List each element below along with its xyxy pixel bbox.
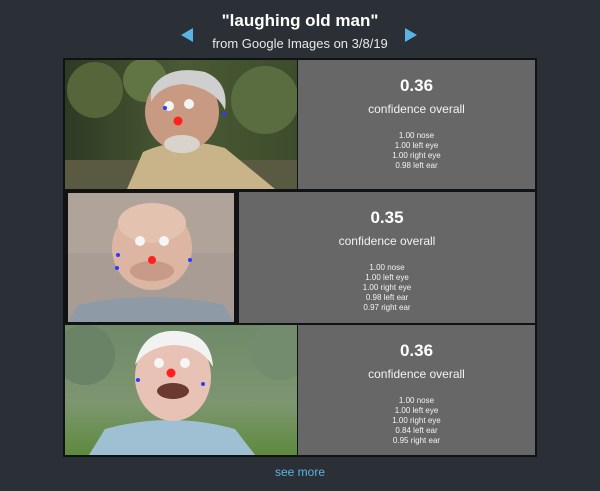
keypoint-item: 1.00 left eye: [394, 406, 439, 415]
keypoint-item: 1.00 nose: [398, 396, 435, 405]
result-info-3: 0.36 confidence overall 1.00 nose 1.00 l…: [298, 325, 535, 455]
keypoint-item: 1.00 left eye: [394, 141, 439, 150]
result-photo-3: [65, 325, 297, 455]
keypoint-item: 1.00 nose: [398, 131, 435, 140]
keypoint-item: 0.95 right ear: [392, 436, 441, 445]
result-info-2: 0.35 confidence overall 1.00 nose 1.00 l…: [239, 192, 535, 323]
keypoint-item: 0.84 left ear: [395, 426, 438, 435]
result-info-1: 0.36 confidence overall 1.00 nose 1.00 l…: [298, 60, 535, 189]
confidence-score: 0.35: [370, 208, 404, 227]
keypoint-item: 1.00 right eye: [392, 416, 441, 425]
keypoint-item: 1.00 right eye: [362, 283, 412, 292]
confidence-score: 0.36: [399, 76, 434, 95]
keypoint-item: 1.00 right eye: [392, 151, 441, 160]
result-photo-2: [68, 193, 234, 322]
keypoint-item: 1.00 nose: [369, 263, 405, 272]
keypoint-list: 1.00 nose 1.00 left eye 1.00 right eye 0…: [298, 396, 535, 446]
keypoint-item: 1.00 left eye: [365, 273, 409, 282]
page-title: "laughing old man": [221, 11, 379, 30]
confidence-label: confidence overall: [368, 102, 465, 116]
keypoint-item: 0.97 right ear: [363, 303, 411, 312]
confidence-label: confidence overall: [338, 234, 436, 248]
keypoint-item: 0.98 left ear: [365, 293, 409, 302]
header: "laughing old man" from Google Images on…: [0, 0, 600, 58]
result-photo-1: [65, 60, 297, 189]
result-card-3[interactable]: 0.36 confidence overall 1.00 nose 1.00 l…: [63, 323, 537, 457]
keypoint-list: 1.00 nose 1.00 left eye 1.00 right eye 0…: [239, 263, 535, 313]
confidence-label: confidence overall: [368, 367, 465, 381]
result-card-1[interactable]: 0.36 confidence overall 1.00 nose 1.00 l…: [63, 58, 537, 191]
keypoint-list: 1.00 nose 1.00 left eye 1.00 right eye 0…: [298, 131, 535, 171]
keypoint-item: 0.98 left ear: [395, 161, 438, 170]
see-more-link[interactable]: see more: [0, 465, 600, 479]
result-card-2[interactable]: 0.35 confidence overall 1.00 nose 1.00 l…: [63, 190, 537, 325]
page-subtitle: from Google Images on 3/8/19: [212, 36, 388, 51]
confidence-score: 0.36: [399, 341, 434, 360]
